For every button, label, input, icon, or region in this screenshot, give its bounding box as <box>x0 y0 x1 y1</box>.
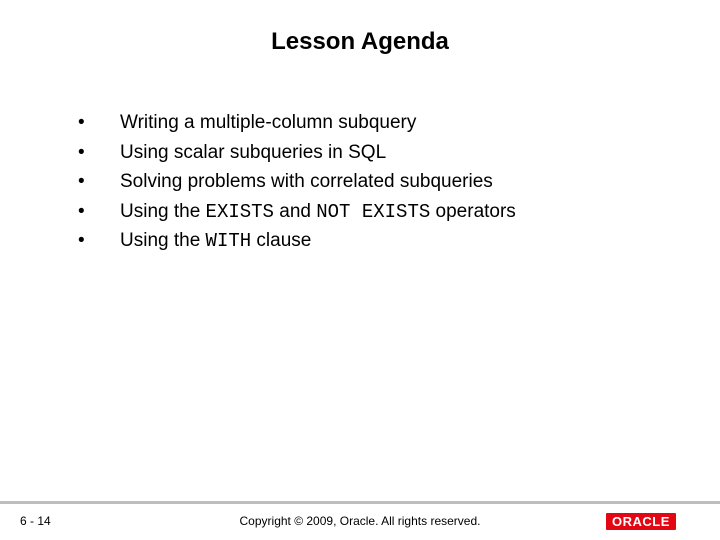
slide: Lesson Agenda Writing a multiple-column … <box>0 0 720 540</box>
bullet-text-pre: Using the <box>120 230 206 251</box>
slide-title: Lesson Agenda <box>0 28 720 56</box>
bullet-text: Writing a multiple-column subquery <box>120 112 416 133</box>
bullet-text-post: operators <box>430 201 516 222</box>
list-item: Using the WITH clause <box>78 228 660 255</box>
list-item: Solving problems with correlated subquer… <box>78 169 660 196</box>
code-text: WITH <box>206 230 252 252</box>
bullet-text: Solving problems with correlated subquer… <box>120 171 493 192</box>
bullet-text: Using scalar subqueries in SQL <box>120 142 386 163</box>
oracle-logo: ORACLE <box>606 510 702 532</box>
oracle-logo-box: ORACLE <box>606 513 676 530</box>
list-item: Using the EXISTS and NOT EXISTS operator… <box>78 199 660 226</box>
code-text: NOT EXISTS <box>316 201 430 223</box>
agenda-list: Writing a multiple-column subquery Using… <box>78 110 660 255</box>
code-text: EXISTS <box>206 201 274 223</box>
footer: 6 - 14 Copyright © 2009, Oracle. All rig… <box>0 500 720 540</box>
bullet-text-mid: and <box>274 201 316 222</box>
list-item: Using scalar subqueries in SQL <box>78 140 660 167</box>
bullet-text-post: clause <box>251 230 311 251</box>
bullet-text-pre: Using the <box>120 201 206 222</box>
slide-content: Writing a multiple-column subquery Using… <box>78 110 660 258</box>
list-item: Writing a multiple-column subquery <box>78 110 660 137</box>
